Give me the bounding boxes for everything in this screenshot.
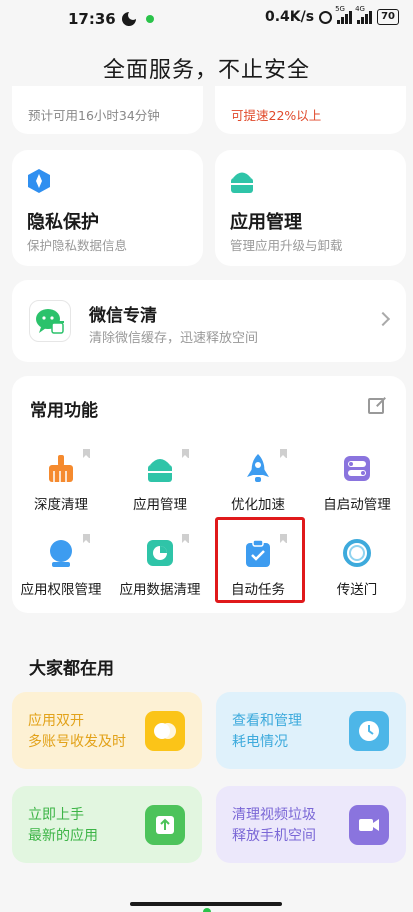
bookmark-icon [182,534,189,543]
app-management-card[interactable]: 应用管理 管理应用升级与卸载 [215,150,406,266]
promo-dual-app[interactable]: 应用双开 多账号收发及时 [12,692,202,769]
feature-label: 深度清理 [34,497,88,513]
wechat-icon [29,300,71,342]
feature-deep-clean[interactable]: 深度清理 [11,449,111,513]
notification-dot-icon [145,15,154,23]
battery-card[interactable]: 预计可用16小时34分钟 [12,86,203,134]
bookmark-icon [83,449,90,458]
speedup-card[interactable]: 可提速22%以上 [215,86,406,134]
promo-battery-usage[interactable]: 查看和管理 耗电情况 [216,692,406,769]
feature-optimize[interactable]: 优化加速 [208,449,308,513]
do-not-disturb-icon [121,10,138,26]
app-management-sub: 管理应用升级与卸载 [230,238,343,253]
feature-label: 优化加速 [231,497,285,513]
promo-text: 清理视频垃圾 释放手机空间 [232,805,316,847]
wechat-clean-sub: 清除微信缓存，迅速释放空间 [89,331,259,346]
wechat-clean-title: 微信专清 [89,306,157,326]
feature-app-manage[interactable]: 应用管理 [110,449,210,513]
feature-permissions[interactable]: 应用权限管理 [11,534,111,598]
speedup-card-sub: 可提速22%以上 [231,108,322,123]
rocket-icon [243,449,287,483]
home-dot-icon [203,908,211,912]
bookmark-icon [280,449,287,458]
edit-icon[interactable] [368,398,384,414]
upload-icon [145,805,185,845]
alarm-icon [319,10,333,24]
promo-line1: 应用双开 [28,713,84,729]
feature-label: 应用权限管理 [20,582,102,598]
app-management-title: 应用管理 [230,212,302,233]
bookmark-icon [83,534,90,543]
dual-app-icon [145,711,185,751]
promo-line2: 释放手机空间 [232,828,316,844]
clock-icon [349,711,389,751]
common-functions-title: 常用功能 [30,401,98,421]
promo-line1: 清理视频垃圾 [232,807,316,823]
battery-card-sub: 预计可用16小时34分钟 [28,108,160,123]
privacy-protection-card[interactable]: 隐私保护 保护隐私数据信息 [12,150,203,266]
promo-new-apps[interactable]: 立即上手 最新的应用 [12,786,202,863]
android-app-icon [231,172,253,193]
chevron-right-icon [375,311,391,327]
promo-line2: 最新的应用 [28,828,98,844]
wechat-clean-card[interactable]: 微信专清 清除微信缓存，迅速释放空间 [12,280,406,362]
signal-4g-icon: 4G [355,5,373,24]
feature-label: 应用数据清理 [119,582,201,598]
signal-4g-label: 4G [355,5,365,13]
promo-text: 立即上手 最新的应用 [28,805,98,847]
promo-line2: 耗电情况 [232,734,288,750]
promo-video-clean[interactable]: 清理视频垃圾 释放手机空间 [216,786,406,863]
promo-line1: 立即上手 [28,807,84,823]
broom-icon [46,449,90,483]
signal-5g-icon: 5G [335,5,353,24]
battery-icon: 70 [377,9,399,25]
feature-label: 自启动管理 [323,497,391,513]
promo-text: 查看和管理 耗电情况 [232,711,302,753]
privacy-sub: 保护隐私数据信息 [27,238,128,253]
highlight-box [215,517,305,603]
video-icon [349,805,389,845]
promo-line2: 多账号收发及时 [28,734,126,750]
android-app-icon [145,449,189,483]
promo-line1: 查看和管理 [232,713,302,729]
feature-autostart[interactable]: 自启动管理 [307,453,407,513]
promo-text: 应用双开 多账号收发及时 [28,711,126,753]
privacy-shield-icon [28,169,50,193]
pie-chart-icon [145,534,189,568]
everyone-uses-title: 大家都在用 [29,659,114,679]
status-bar: 17:36 0.4K/s 5G 4G 70 [0,0,413,38]
privacy-title: 隐私保护 [27,212,99,233]
status-time: 17:36 [68,10,116,28]
toggle-icon [342,453,372,483]
feature-label: 传送门 [336,582,378,598]
status-left: 17:36 [68,10,154,28]
signal-5g-label: 5G [335,5,345,13]
feature-portal[interactable]: 传送门 [307,538,407,598]
home-indicator[interactable] [130,902,282,906]
page-title: 全面服务，不止安全 [102,58,310,83]
feature-app-data-clean[interactable]: 应用数据清理 [110,534,210,598]
feature-label: 应用管理 [133,497,187,513]
status-right: 0.4K/s 5G 4G 70 [264,5,399,25]
permission-icon [46,534,90,568]
bookmark-icon [182,449,189,458]
portal-ring-icon [342,538,372,568]
network-speed: 0.4K/s [264,9,315,25]
